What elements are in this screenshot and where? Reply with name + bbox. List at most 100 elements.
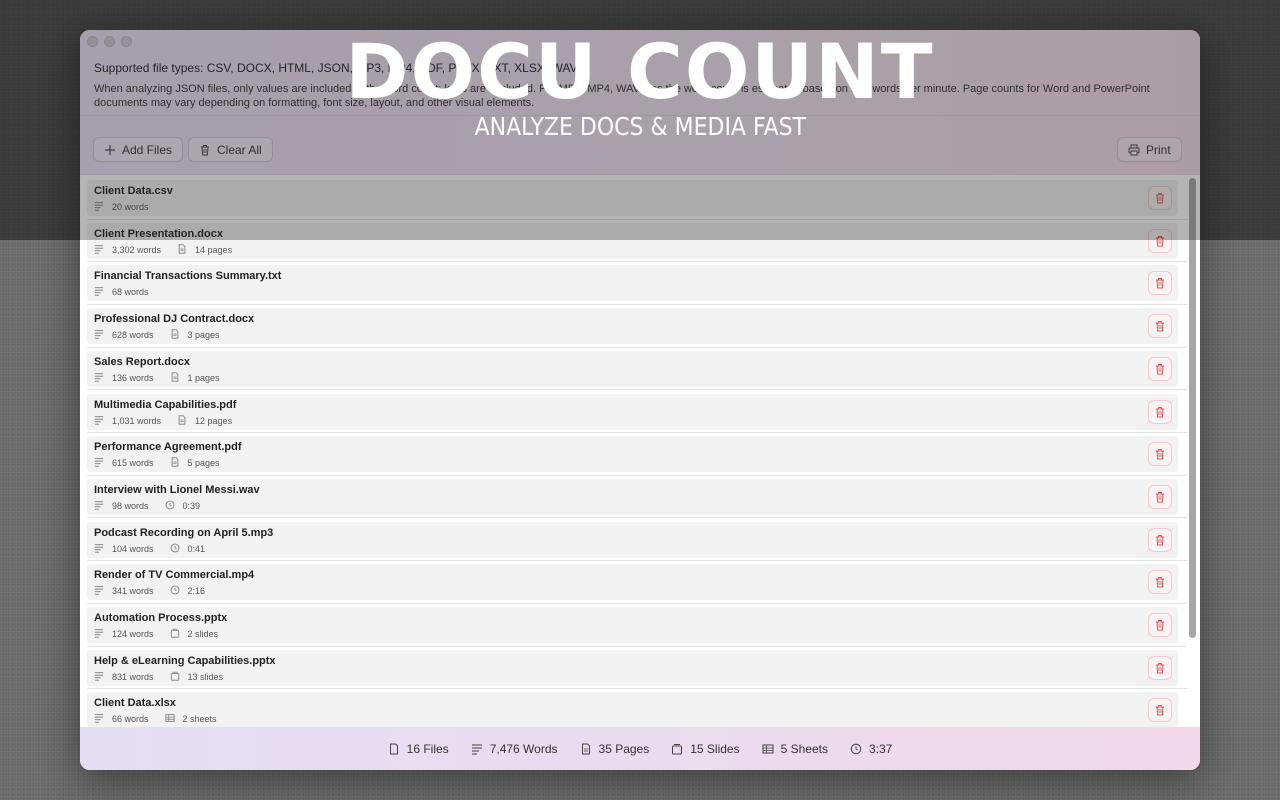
text-lines-icon — [94, 286, 104, 298]
page-icon — [177, 414, 187, 427]
file-row[interactable]: Podcast Recording on April 5.mp3 104 word… — [87, 521, 1178, 558]
app-window: Supported file types: CSV, DOCX, HTML, J… — [80, 30, 1200, 770]
file-name: Professional DJ Contract.docx — [94, 313, 255, 326]
trash-icon — [1154, 619, 1166, 631]
total-files: 16 Files — [388, 742, 449, 756]
list-scrollbar[interactable] — [1189, 178, 1196, 638]
add-files-label: Add Files — [122, 142, 173, 157]
file-meta: 136 words 1 pages — [94, 372, 220, 384]
file-name: Interview with Lionel Messi.wav — [94, 483, 260, 496]
file-row[interactable]: Multimedia Capabilities.pdf 1,031 words 12… — [87, 393, 1178, 430]
remove-file-button[interactable] — [1148, 314, 1172, 339]
slides-icon — [170, 628, 180, 640]
file-row[interactable]: Professional DJ Contract.docx 628 words 3 … — [87, 308, 1178, 345]
remove-file-button[interactable] — [1148, 399, 1172, 424]
text-lines-icon — [94, 671, 104, 683]
text-lines-icon — [94, 372, 104, 384]
word-count-label: 136 words — [112, 372, 154, 383]
trash-icon — [1154, 662, 1166, 674]
file-detail-label: 14 pages — [195, 244, 233, 255]
file-row[interactable]: Sales Report.docx 136 words 1 pages — [87, 350, 1178, 387]
remove-file-button[interactable] — [1148, 570, 1172, 595]
remove-file-button[interactable] — [1148, 484, 1172, 509]
word-count: 628 words — [94, 329, 154, 341]
file-detail-label: 5 pages — [187, 458, 220, 469]
text-lines-icon — [94, 329, 104, 341]
remove-file-button[interactable] — [1148, 356, 1172, 381]
file-row[interactable]: Help & eLearning Capabilities.pptx 831 wo… — [87, 649, 1178, 686]
page-icon — [170, 329, 180, 341]
table-icon — [164, 713, 175, 725]
row-divider — [87, 645, 1187, 647]
remove-file-button[interactable] — [1148, 442, 1172, 467]
remove-file-button[interactable] — [1148, 527, 1172, 552]
clock-icon — [170, 585, 180, 597]
page-icon — [170, 372, 180, 384]
promo-subtitle: ANALYZE DOCS & MEDIA FAST — [474, 112, 806, 141]
file-detail-label: 2 sheets — [182, 714, 217, 725]
remove-file-button[interactable] — [1148, 186, 1172, 210]
word-count-label: 3,302 words — [112, 244, 162, 255]
file-name: Client Presentation.docx — [94, 227, 223, 240]
trash-icon — [1154, 406, 1166, 418]
file-row[interactable]: Automation Process.pptx 124 words 2 slides — [87, 607, 1178, 643]
remove-file-button[interactable] — [1148, 271, 1172, 296]
file-detail-label: 2:16 — [187, 586, 206, 597]
remove-file-button[interactable] — [1148, 613, 1172, 637]
file-meta: 66 words 2 sheets — [94, 713, 217, 725]
file-detail-label: 13 slides — [187, 671, 224, 682]
row-divider — [87, 303, 1187, 305]
file-meta: 341 words 2:16 — [94, 585, 205, 597]
row-divider — [87, 346, 1187, 348]
file-list: Client Data.csv 20 words Client Presentati… — [80, 176, 1200, 727]
file-detail: 14 pages — [177, 244, 232, 256]
file-meta: 3,302 words 14 pages — [94, 244, 232, 256]
word-count: 831 words — [94, 671, 154, 683]
file-detail: 13 slides — [170, 671, 224, 683]
word-count-label: 628 words — [112, 330, 154, 341]
page-icon — [170, 457, 180, 469]
file-meta: 1,031 words 12 pages — [94, 414, 232, 427]
file-meta: 615 words 5 pages — [94, 457, 220, 469]
file-meta: 628 words 3 pages — [94, 329, 220, 341]
remove-file-button[interactable] — [1148, 655, 1172, 680]
page-icon — [177, 244, 187, 256]
word-count-label: 68 words — [112, 287, 149, 298]
trash-icon — [1154, 534, 1166, 546]
text-lines-icon — [94, 500, 104, 512]
file-row[interactable]: Client Data.csv 20 words — [87, 180, 1178, 216]
file-detail-label: 0:41 — [187, 543, 206, 554]
file-row[interactable]: Client Data.xlsx 66 words 2 sheets — [87, 692, 1178, 727]
file-name: Help & eLearning Capabilities.pptx — [94, 654, 276, 667]
file-row[interactable]: Interview with Lionel Messi.wav 98 words 0… — [87, 478, 1178, 515]
file-detail: 0:41 — [170, 543, 206, 555]
trash-icon — [201, 144, 209, 155]
file-row[interactable]: Financial Transactions Summary.txt 68 wor… — [87, 265, 1178, 302]
file-row[interactable]: Client Presentation.docx 3,302 words 14 pa… — [87, 222, 1178, 259]
word-count: 66 words — [94, 713, 149, 725]
summary-footer: 16 Files 7,476 Words 35 Pages 15 Slides … — [80, 727, 1200, 770]
file-row[interactable]: Performance Agreement.pdf 615 words 5 page… — [87, 436, 1178, 473]
clock-icon — [170, 543, 180, 555]
total-sheets: 5 Sheets — [762, 742, 828, 756]
file-icon — [389, 743, 398, 754]
total-words: 7,476 Words — [471, 742, 558, 756]
text-lines-icon — [94, 244, 104, 256]
total-sheets-label: 5 Sheets — [780, 741, 828, 756]
remove-file-button[interactable] — [1148, 698, 1172, 723]
remove-file-button[interactable] — [1148, 228, 1172, 253]
file-row[interactable]: Render of TV Commercial.mp4 341 words 2:16 — [87, 564, 1178, 601]
plus-icon — [105, 144, 115, 155]
promo-banner: DOCU COUNT ANALYZE DOCS & MEDIA FAST — [0, 30, 1280, 142]
trash-icon — [1154, 320, 1166, 332]
row-divider — [87, 432, 1187, 433]
word-count-label: 1,031 words — [112, 415, 162, 426]
word-count: 20 words — [94, 201, 149, 213]
total-duration-label: 3:37 — [868, 741, 893, 756]
row-divider — [87, 261, 1187, 263]
total-words-label: 7,476 Words — [489, 741, 558, 756]
file-name: Podcast Recording on April 5.mp3 — [94, 526, 274, 539]
word-count: 341 words — [94, 585, 154, 597]
file-detail-label: 0:39 — [182, 500, 201, 511]
trash-icon — [1154, 235, 1166, 247]
